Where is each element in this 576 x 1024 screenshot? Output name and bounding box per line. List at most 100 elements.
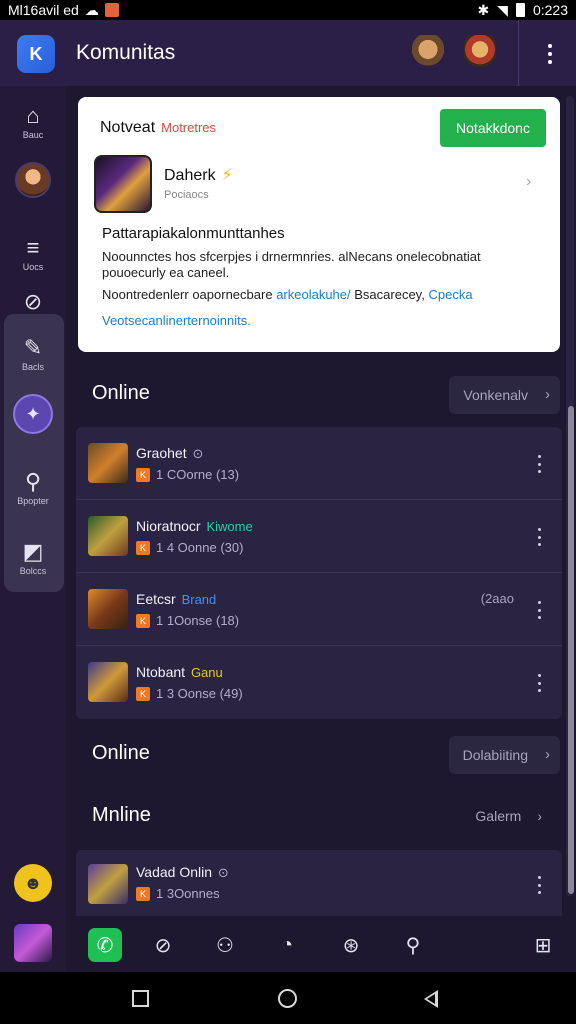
game-list: Graohet ⊙ K1 COorne (13) Nioratnocr Kiwo… bbox=[76, 427, 562, 719]
notification-body-line1: Noounnctes hos sfcerpjes i drnermnries. … bbox=[102, 249, 481, 280]
media-icon: ◩ bbox=[22, 539, 44, 564]
game-tag: Kiwome bbox=[206, 519, 253, 534]
side-rail: ⌂ Bauc ≡ Uocs ⊘ ✎ Bacls ✦ ⚲ Bpopter ◩ Bo… bbox=[0, 86, 66, 972]
badge-icon: K bbox=[136, 613, 150, 628]
game-icon[interactable] bbox=[94, 155, 152, 213]
rail-item-list[interactable]: ≡ Uocs bbox=[0, 234, 66, 272]
bluetooth-icon: ✱ bbox=[477, 1, 490, 18]
rail-item-label: Bpopter bbox=[17, 496, 49, 506]
section-action-button[interactable]: Vonkenalv › bbox=[449, 376, 560, 414]
notification-card: Notveat Motretres Notakkdonc Daherk ⚡ Poci… bbox=[78, 97, 560, 352]
game-meta: K1 1Oonse (18) bbox=[136, 613, 239, 628]
list-item[interactable]: Nioratnocr Kiwome K1 4 Oonne (30) bbox=[76, 500, 562, 573]
badge-icon: K bbox=[136, 467, 150, 482]
status-bar: Ml16avil ed ☁ ✱ ◥ 0:223 bbox=[0, 0, 576, 20]
list-item[interactable]: Eetcsr Brand K1 1Oonse (18) (2aao bbox=[76, 573, 562, 646]
game-meta: K1 4 Oonne (30) bbox=[136, 540, 243, 555]
list-item[interactable]: Vadad Onlin ⊙ K1 3Oonnes bbox=[76, 850, 562, 916]
scrollbar-thumb[interactable] bbox=[568, 406, 574, 894]
rail-item-search[interactable]: ⚲ Bpopter bbox=[0, 468, 66, 506]
bottom-tab-bar: ✆ ⊘ ⚇ ◔ ⊛ ⚲ ⊞ bbox=[66, 918, 576, 972]
section-title: Mnline bbox=[92, 804, 151, 826]
home-button[interactable] bbox=[278, 989, 297, 1008]
section-action-link[interactable]: Galerm › bbox=[475, 808, 542, 824]
chevron-right-icon: › bbox=[545, 386, 550, 403]
pen-icon: ✎ bbox=[23, 335, 43, 360]
search-icon[interactable]: ⚲ bbox=[396, 928, 430, 962]
rail-item-label: Bacls bbox=[21, 362, 44, 372]
game-name: Vadad Onlin ⊙ bbox=[136, 864, 229, 880]
app-logo-icon[interactable]: K bbox=[17, 35, 55, 73]
notification-title-text: Notveat bbox=[100, 119, 156, 136]
rail-item-media[interactable]: ◩ Bolccs bbox=[0, 538, 66, 576]
rail-item-edit[interactable]: ✎ Bacls bbox=[0, 334, 66, 372]
game-thumbnail bbox=[88, 864, 128, 904]
game-tag: ⊙ bbox=[192, 446, 204, 461]
recents-button[interactable] bbox=[132, 990, 149, 1007]
notification-body-link[interactable]: Veotsecanlinerternoinnits. bbox=[102, 313, 542, 329]
grid-icon[interactable]: ⊞ bbox=[526, 928, 560, 962]
more-options-icon[interactable] bbox=[536, 601, 542, 619]
rail-item-label: Uocs bbox=[22, 262, 44, 272]
section-action-label: Vonkenalv bbox=[463, 387, 528, 403]
section-action-button[interactable]: Dolabiiting › bbox=[448, 736, 560, 774]
system-nav-bar bbox=[0, 972, 576, 1024]
list-item[interactable]: Ntobant Ganu K1 3 Oonse (49) bbox=[76, 646, 562, 719]
rail-item-compass[interactable]: ⊘ bbox=[0, 288, 66, 316]
app-logo-glyph: K bbox=[29, 43, 43, 64]
badge-icon: K bbox=[136, 540, 150, 555]
compass-icon[interactable]: ⊘ bbox=[146, 928, 180, 962]
chevron-right-icon[interactable]: › bbox=[526, 173, 531, 191]
game-status: (2aao bbox=[480, 591, 514, 606]
header-avatar-2[interactable] bbox=[464, 35, 496, 71]
body-text: Bsacarecey, bbox=[354, 287, 425, 302]
notification-game-subtitle: Pociaocs bbox=[164, 189, 209, 201]
header-avatar-1[interactable] bbox=[412, 35, 444, 71]
notification-heading: Pattarapiakalonmunttanhes bbox=[102, 225, 285, 242]
wifi-icon: ◥ bbox=[497, 1, 508, 18]
rail-item-game-thumb[interactable] bbox=[0, 924, 66, 962]
more-options-icon[interactable] bbox=[536, 674, 542, 692]
gamepad-icon: ✦ bbox=[13, 394, 53, 434]
more-options-icon[interactable] bbox=[536, 455, 542, 473]
game-meta: K1 3Oonnes bbox=[136, 886, 220, 901]
community-icon: ☻ bbox=[14, 864, 52, 902]
section-online: Mnline Galerm › bbox=[78, 786, 560, 846]
game-thumbnail bbox=[14, 924, 52, 962]
game-name: Eetcsr Brand bbox=[136, 591, 217, 607]
notification-title-accent: Motretres bbox=[161, 120, 217, 135]
page-title: Komunitas bbox=[76, 41, 176, 64]
search-person-icon[interactable]: ⚇ bbox=[208, 928, 242, 962]
notification-body-line2: Noontredenlerr oapornecbare arkeolakuhe/… bbox=[102, 287, 542, 303]
status-time: 0:223 bbox=[532, 2, 568, 18]
chevron-right-icon: › bbox=[545, 746, 550, 763]
globe-icon[interactable]: ⊛ bbox=[334, 928, 368, 962]
body-link[interactable]: Cpecka bbox=[428, 287, 472, 302]
more-options-icon[interactable] bbox=[536, 528, 542, 546]
clock-icon[interactable]: ◔ bbox=[270, 928, 304, 962]
body-link[interactable]: arkeolakuhe/ bbox=[276, 287, 350, 302]
app-header: K Komunitas bbox=[0, 20, 576, 86]
more-options-icon[interactable] bbox=[538, 38, 562, 70]
section-title: Online bbox=[92, 382, 150, 404]
section-action-label: Dolabiiting bbox=[462, 747, 528, 763]
phone-icon[interactable]: ✆ bbox=[88, 928, 122, 962]
notification-action-button[interactable]: Notakkdonc bbox=[440, 109, 546, 147]
list-item[interactable]: Graohet ⊙ K1 COorne (13) bbox=[76, 427, 562, 500]
rail-item-community[interactable]: ☻ bbox=[0, 864, 66, 902]
game-meta: K1 COorne (13) bbox=[136, 467, 239, 482]
rail-item-games-active[interactable]: ✦ bbox=[0, 394, 66, 434]
notification-game-name[interactable]: Daherk ⚡ bbox=[164, 165, 233, 185]
more-options-icon[interactable] bbox=[536, 876, 542, 894]
game-name-text: Daherk bbox=[164, 167, 216, 184]
back-button[interactable] bbox=[424, 990, 438, 1008]
home-icon: ⌂ bbox=[26, 103, 40, 128]
rail-item-home[interactable]: ⌂ Bauc bbox=[0, 102, 66, 140]
rail-item-label: Bolccs bbox=[19, 566, 47, 576]
rail-item-label: Bauc bbox=[22, 130, 44, 140]
notification-app-icon bbox=[104, 3, 119, 17]
rail-user-avatar[interactable] bbox=[0, 162, 66, 198]
section-action-label: Galerm bbox=[475, 808, 522, 824]
game-name: Graohet ⊙ bbox=[136, 445, 204, 461]
game-thumbnail bbox=[88, 516, 128, 556]
